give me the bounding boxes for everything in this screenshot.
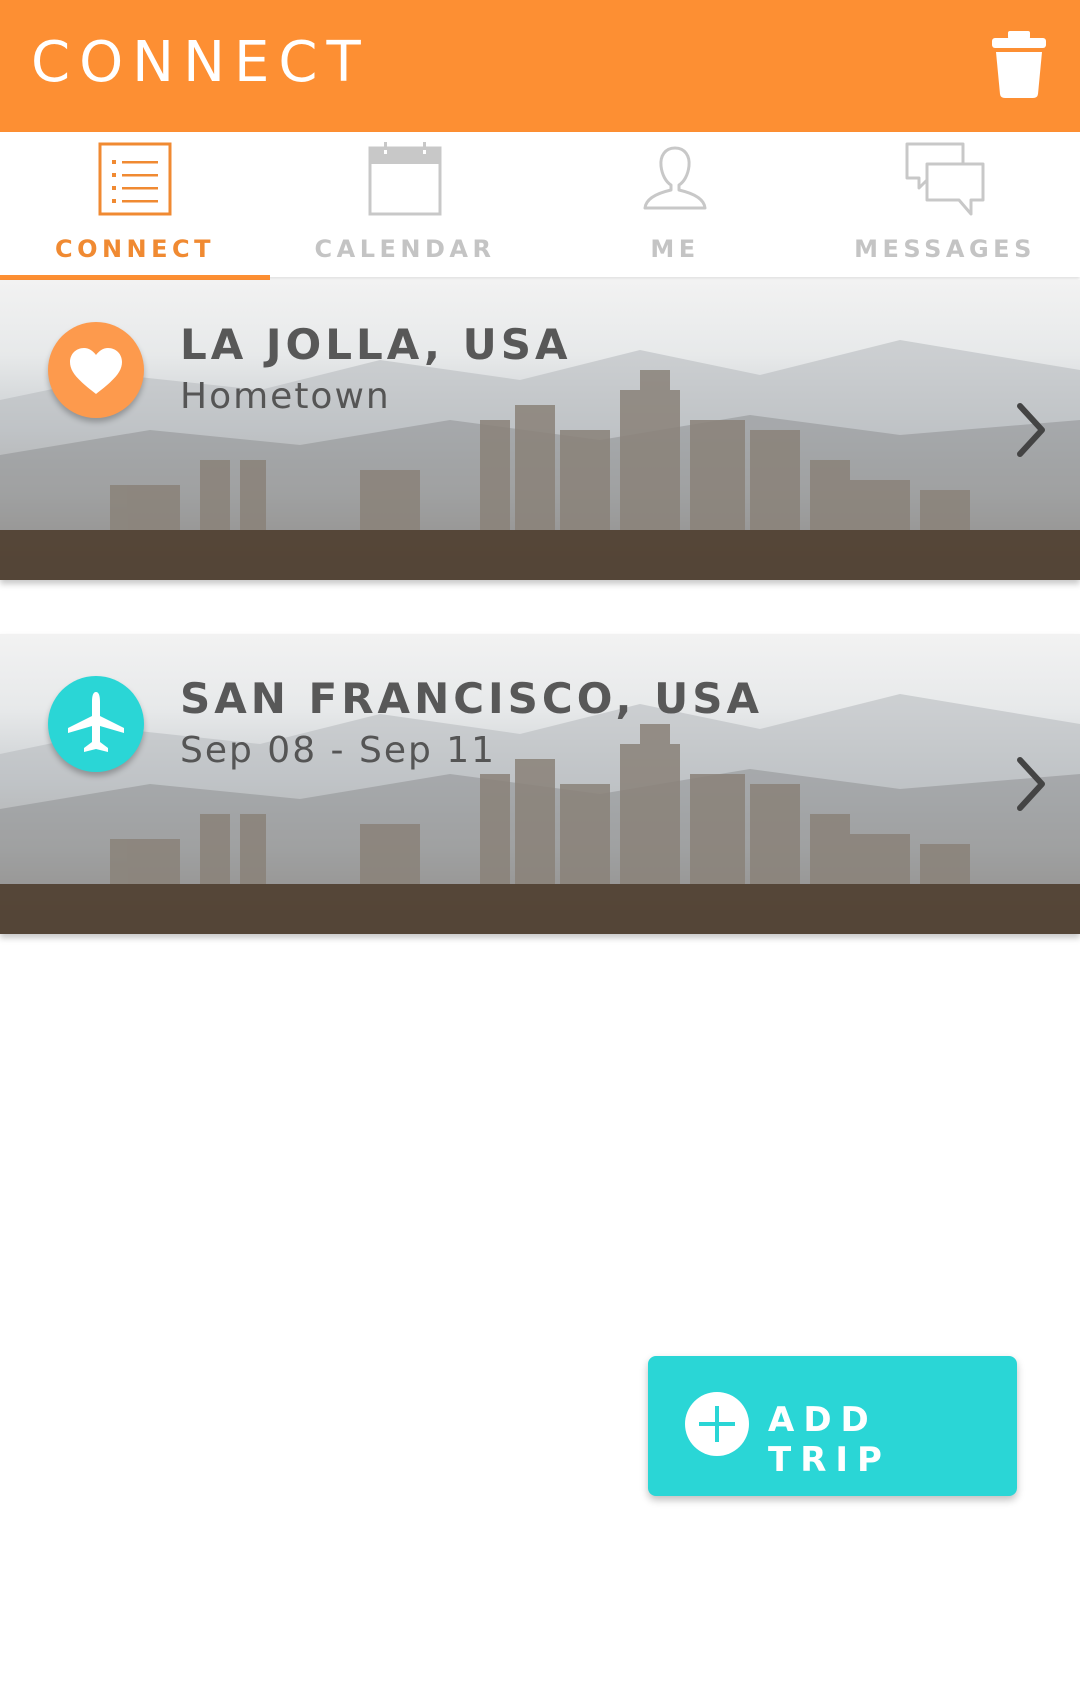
trip-card[interactable]: LA JOLLA, USA Hometown [0,280,1080,580]
airplane-icon [68,692,124,752]
heart-icon [70,348,122,394]
add-trip-label: ADD TRIP [768,1400,891,1480]
trip-subtitle: Hometown [180,376,391,417]
chevron-right-icon[interactable] [1012,400,1052,460]
plus-circle-icon [685,1392,749,1456]
trip-title: LA JOLLA, USA [180,320,572,369]
tab-label: MESSAGES [854,235,1036,263]
tab-label: CALENDAR [314,235,496,263]
tab-me[interactable]: ME [540,132,810,277]
tab-connect[interactable]: CONNECT [0,132,270,281]
tab-bar: CONNECT CALENDAR ME MESSAGES [0,132,1080,281]
page-title: CONNECT [31,30,370,95]
app-bar: CONNECT [0,0,1080,132]
trip-badge [48,676,144,772]
list-icon [98,142,172,216]
tab-label: CONNECT [54,235,216,263]
add-trip-button[interactable]: ADD TRIP [648,1356,1017,1496]
trip-card[interactable]: SAN FRANCISCO, USA Sep 08 - Sep 11 [0,634,1080,934]
person-icon [643,146,707,210]
tab-calendar[interactable]: CALENDAR [270,132,540,277]
tab-label: ME [650,235,700,263]
trip-title: SAN FRANCISCO, USA [180,674,763,723]
trash-icon[interactable] [990,30,1048,98]
messages-icon [905,142,985,216]
chevron-right-icon[interactable] [1012,754,1052,814]
calendar-icon [368,142,442,216]
tab-messages[interactable]: MESSAGES [810,132,1080,277]
hometown-badge [48,322,144,418]
trip-subtitle: Sep 08 - Sep 11 [180,730,497,771]
